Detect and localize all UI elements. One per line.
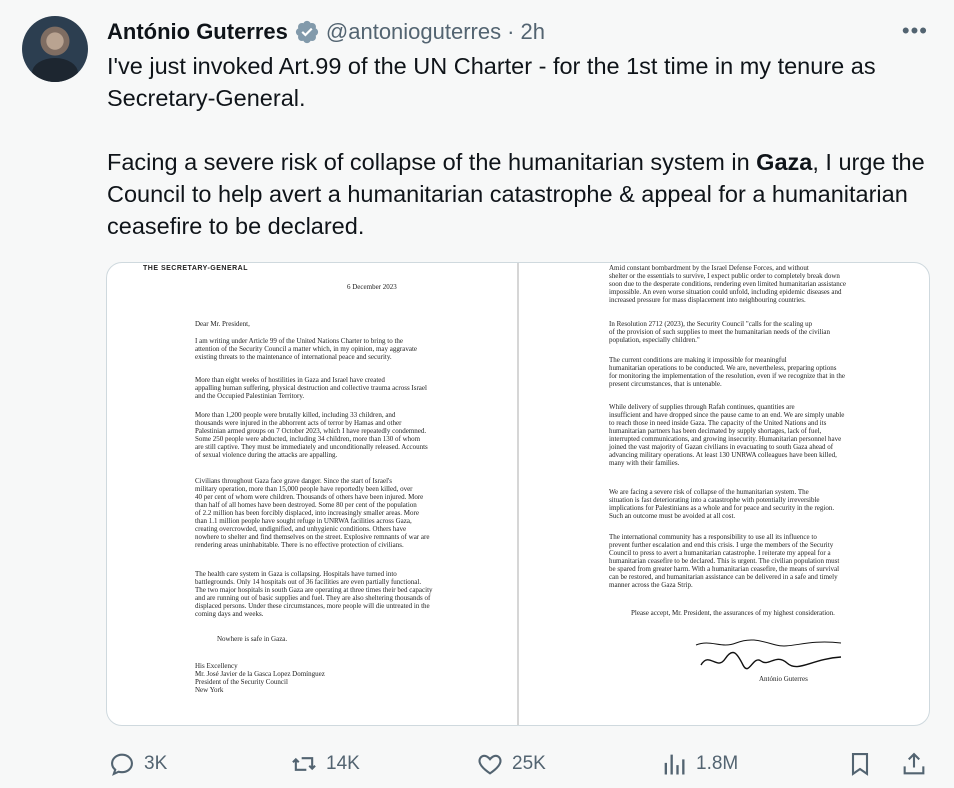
verified-badge-icon bbox=[295, 20, 319, 44]
reply-button[interactable]: 3K bbox=[108, 750, 167, 778]
tweet-text: I've just invoked Art.99 of the UN Chart… bbox=[107, 50, 927, 242]
letter-paragraph: More than 1,200 people were brutally kil… bbox=[195, 411, 428, 459]
bookmark-button[interactable] bbox=[846, 750, 874, 778]
salutation: Dear Mr. President, bbox=[195, 320, 250, 328]
tweet-paragraph-1: I've just invoked Art.99 of the UN Chart… bbox=[107, 53, 883, 111]
author-name[interactable]: António Guterres bbox=[107, 19, 288, 45]
letter-paragraph: The health care system in Gaza is collap… bbox=[195, 570, 433, 618]
letter-date: 6 December 2023 bbox=[347, 283, 397, 291]
heart-icon bbox=[478, 754, 502, 775]
like-count: 25K bbox=[512, 753, 546, 774]
reply-icon bbox=[111, 753, 133, 776]
bookmark-icon bbox=[851, 753, 869, 776]
like-button[interactable]: 25K bbox=[476, 750, 546, 778]
hashtag-gaza[interactable]: Gaza bbox=[756, 149, 812, 175]
letter-paragraph: Nowhere is safe in Gaza. bbox=[217, 635, 288, 643]
share-button[interactable] bbox=[900, 750, 928, 778]
timestamp[interactable]: 2h bbox=[520, 19, 544, 45]
letter-closing: Please accept, Mr. President, the assura… bbox=[631, 609, 835, 617]
addressee: His Excellency Mr. José Javier de la Gas… bbox=[195, 662, 325, 694]
letterhead: THE SECRETARY-GENERAL bbox=[143, 265, 249, 272]
views-button[interactable]: 1.8M bbox=[660, 750, 738, 778]
letter-paragraph: The international community has a respon… bbox=[609, 533, 840, 589]
share-icon bbox=[903, 752, 925, 775]
letter-paragraph: We are facing a severe risk of collapse … bbox=[609, 488, 835, 520]
tweet-paragraph-2-start: Facing a severe risk of collapse of the … bbox=[107, 149, 757, 175]
letter-paragraph: I am writing under Article 99 of the Uni… bbox=[195, 337, 417, 361]
view-count: 1.8M bbox=[696, 753, 739, 774]
separator: · bbox=[507, 19, 515, 44]
letter-page-2: Amid constant bombardment by the Israel … bbox=[519, 263, 929, 725]
letter-paragraph: The current conditions are making it imp… bbox=[609, 356, 845, 388]
letter-paragraph: While delivery of supplies through Rafah… bbox=[609, 403, 845, 467]
letter-paragraph: Amid constant bombardment by the Israel … bbox=[609, 264, 846, 304]
views-icon bbox=[664, 754, 685, 775]
tweet-header: António Guterres @antonioguterres · 2h bbox=[107, 17, 545, 47]
signatory-name: António Guterres bbox=[759, 675, 808, 683]
reply-count: 3K bbox=[144, 753, 168, 774]
letter-image[interactable]: THE SECRETARY-GENERAL 6 December 2023 De… bbox=[106, 262, 930, 726]
repost-count: 14K bbox=[326, 753, 360, 774]
author-handle[interactable]: @antonioguterres bbox=[326, 19, 501, 45]
repost-button[interactable]: 14K bbox=[290, 750, 360, 778]
more-options-icon[interactable]: ••• bbox=[902, 20, 928, 42]
repost-icon bbox=[292, 757, 316, 771]
letter-page-1: THE SECRETARY-GENERAL 6 December 2023 De… bbox=[107, 263, 517, 725]
letter-paragraph: In Resolution 2712 (2023), the Security … bbox=[609, 320, 831, 344]
avatar[interactable] bbox=[22, 16, 88, 82]
letter-paragraph: Civilians throughout Gaza face grave dan… bbox=[195, 477, 430, 549]
letter-paragraph: More than eight weeks of hostilities in … bbox=[195, 376, 427, 400]
handwritten-signature bbox=[695, 639, 842, 670]
tweet-actions: 3K 14K 25K 1.8M bbox=[0, 740, 954, 784]
